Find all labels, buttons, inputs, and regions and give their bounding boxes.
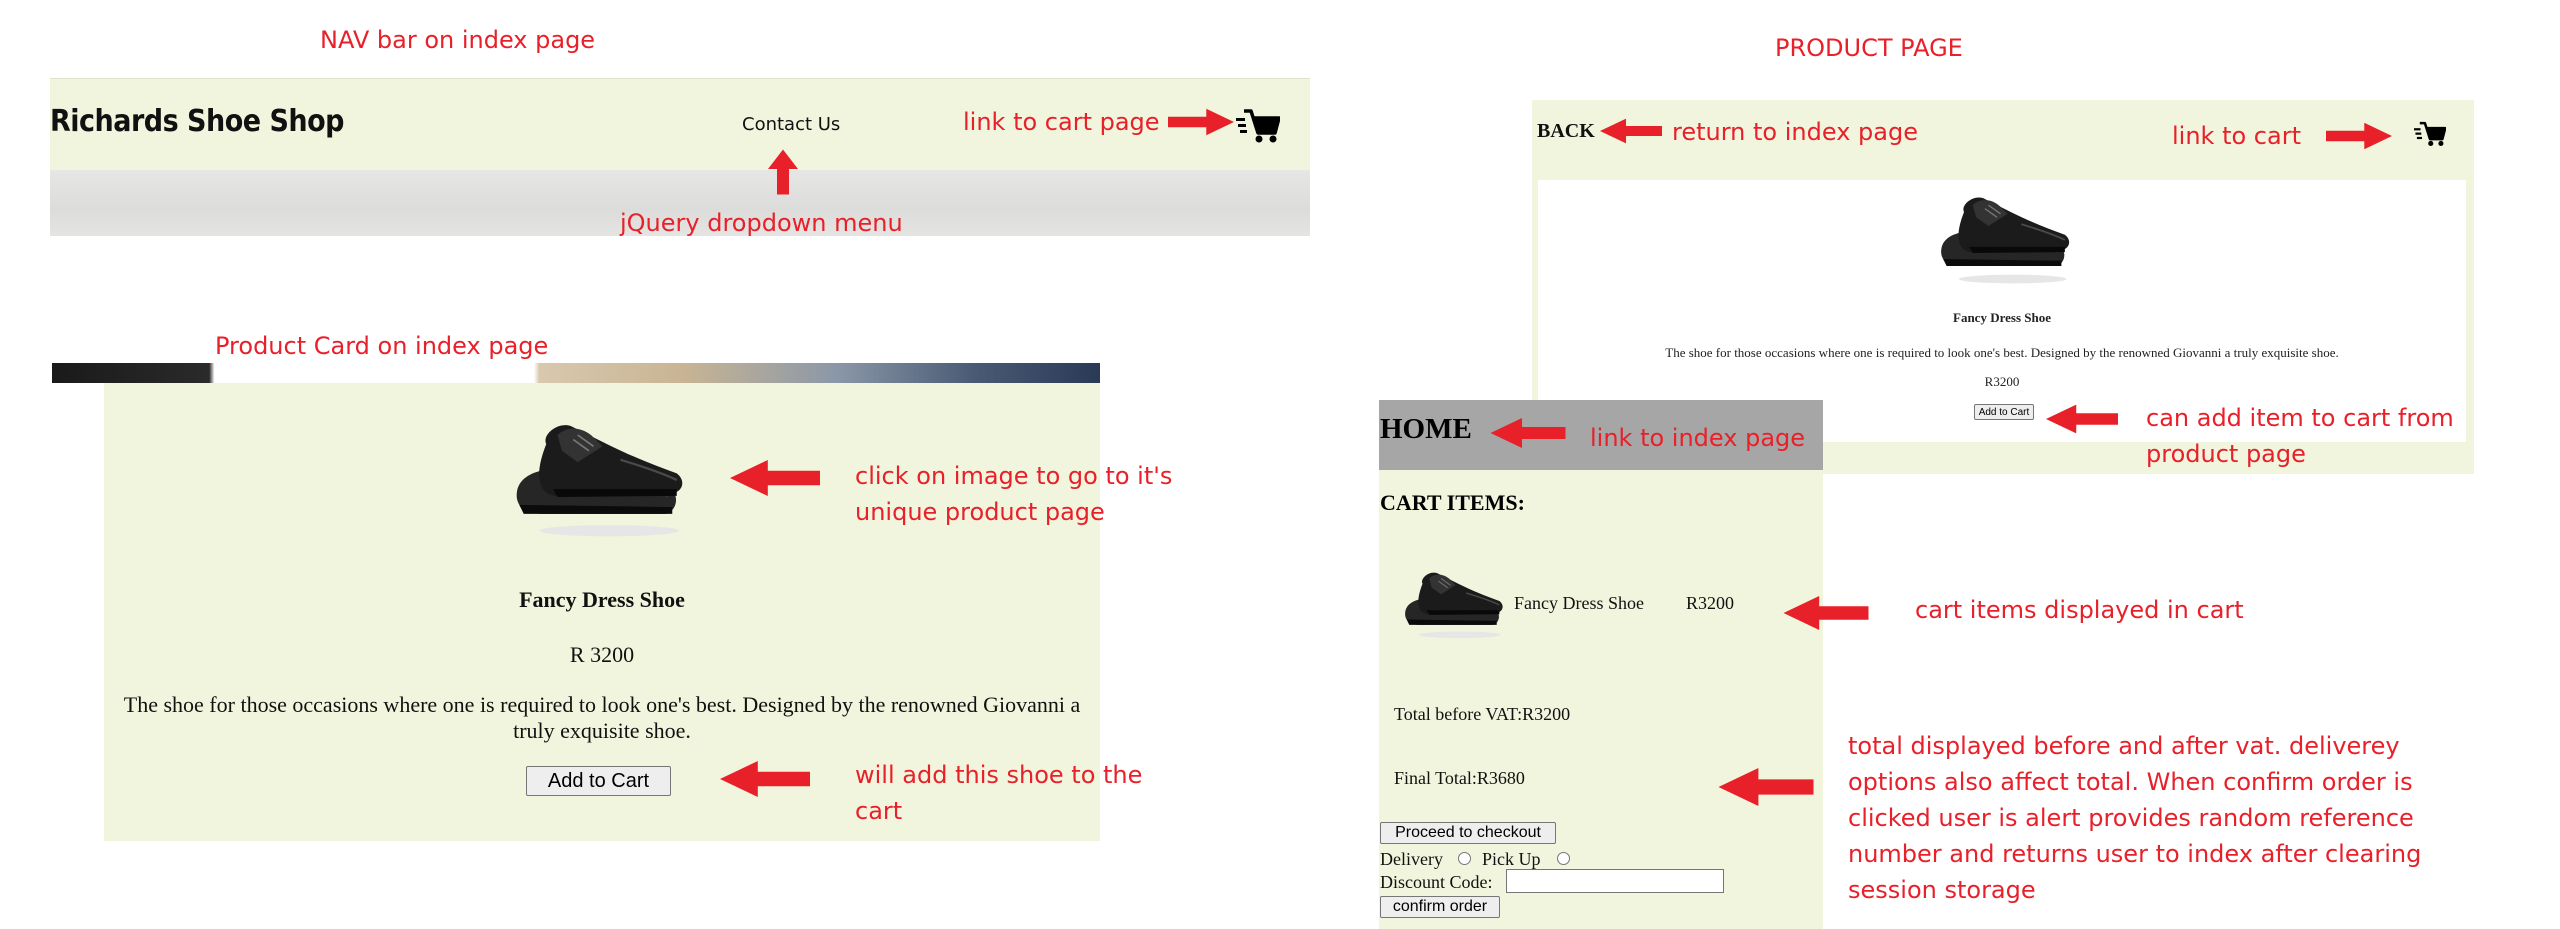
cart-item-image — [1400, 562, 1506, 642]
pickup-radio[interactable] — [1557, 852, 1570, 865]
annotation-arrow-product-cart — [2326, 120, 2392, 152]
annotation-arrow-home — [1484, 418, 1572, 448]
product-page-description: The shoe for those occasions where one i… — [1665, 345, 2339, 360]
home-link[interactable]: HOME — [1380, 413, 1472, 446]
brand-title[interactable]: Richards Shoe Shop — [50, 104, 344, 139]
contact-us-link[interactable]: Contact Us — [742, 114, 840, 135]
cart-item-price: R3200 — [1686, 593, 1735, 613]
annotation-product-back: return to index page — [1672, 118, 1918, 146]
product-card-description: The shoe for those occasions where one i… — [123, 692, 1081, 743]
cart-icon[interactable] — [1236, 106, 1280, 146]
annotation-product-add: can add item to cart from product page — [2146, 404, 2454, 468]
annotation-card-image: click on image to go to it's unique prod… — [855, 462, 1173, 526]
product-page-cart-icon[interactable] — [2414, 120, 2446, 148]
card-backdrop-strip — [52, 363, 1100, 383]
annotation-product-title: PRODUCT PAGE — [1775, 34, 1963, 62]
product-page-image — [1912, 186, 2096, 286]
annotation-arrow-image — [728, 460, 822, 496]
product-card-price: R 3200 — [569, 642, 635, 667]
add-to-cart-button[interactable]: Add to Cart — [526, 766, 671, 796]
delivery-radio[interactable] — [1458, 852, 1471, 865]
annotation-nav-title: NAV bar on index page — [320, 26, 596, 54]
annotation-arrow-back — [1600, 116, 1662, 146]
annotation-arrow-cart — [1168, 108, 1234, 136]
total-before-vat: Total before VAT:R3200 — [1394, 704, 1571, 724]
discount-code-input[interactable] — [1506, 869, 1724, 893]
product-page-price: R3200 — [1984, 374, 2020, 389]
annotation-card-title: Product Card on index page — [215, 332, 549, 360]
discount-label: Discount Code: — [1380, 872, 1493, 892]
annotation-nav-dropdown: jQuery dropdown menu — [620, 209, 903, 237]
delivery-label: Delivery — [1380, 849, 1443, 869]
cart-page-panel — [1379, 400, 1823, 929]
confirm-order-button[interactable]: confirm order — [1380, 896, 1500, 918]
annotation-card-add: will add this shoe to the cart — [855, 761, 1143, 825]
product-page-add-button[interactable]: Add to Cart — [1974, 404, 2034, 420]
annotation-arrow-up-dropdown — [768, 146, 798, 198]
final-total: Final Total:R3680 — [1394, 768, 1525, 788]
annotation-arrow-add — [720, 760, 810, 798]
annotation-cart-items: cart items displayed in cart — [1915, 596, 2244, 624]
cart-item-name: Fancy Dress Shoe — [1514, 593, 1644, 613]
proceed-checkout-button[interactable]: Proceed to checkout — [1380, 822, 1556, 844]
product-card-image[interactable] — [508, 410, 688, 540]
annotation-arrow-cart-items — [1770, 596, 1882, 630]
annotation-cart-home: link to index page — [1590, 424, 1806, 452]
product-page-name: Fancy Dress Shoe — [1953, 310, 2051, 325]
annotation-cart-total: total displayed before and after vat. de… — [1848, 732, 2422, 904]
annotation-product-cart: link to cart — [2172, 122, 2301, 150]
back-link[interactable]: BACK — [1537, 120, 1595, 143]
cart-heading: CART ITEMS: — [1380, 490, 1525, 515]
pickup-label: Pick Up — [1482, 849, 1541, 869]
annotation-arrow-product-add — [2046, 404, 2118, 434]
annotation-arrow-total — [1710, 768, 1822, 806]
product-card-name: Fancy Dress Shoe — [519, 587, 685, 612]
annotation-nav-cart-link: link to cart page — [963, 108, 1160, 136]
